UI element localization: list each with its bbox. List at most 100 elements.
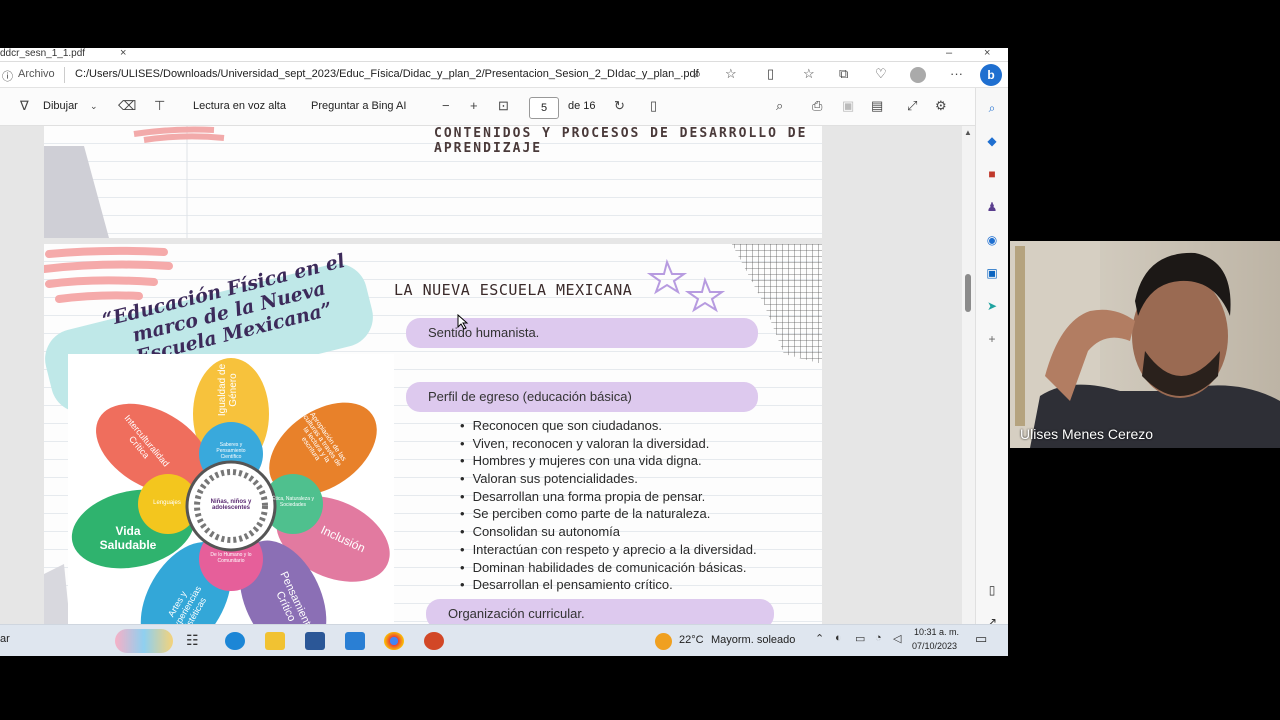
favorites-icon[interactable]: ☆	[803, 66, 815, 82]
split-screen-icon[interactable]: ▯	[767, 66, 774, 82]
favorite-star-icon[interactable]: ☆	[725, 66, 737, 82]
close-window-icon[interactable]: ×	[984, 48, 990, 59]
print-icon[interactable]: ⎙	[812, 98, 822, 114]
windows-taskbar: ar ☷ 22°C Mayorm. soleado ⌃ ◐ ▭ ◔ ◁ 10:3…	[0, 624, 1008, 656]
sidebar-games-icon[interactable]: ♟	[984, 200, 1000, 214]
inner-saberes: Saberes y Pensamiento Científico	[216, 442, 246, 460]
powerpoint-icon[interactable]	[424, 632, 444, 650]
browser-essentials-icon[interactable]: ♡	[875, 66, 887, 82]
webcam-feed: Ulises Menes Cerezo	[1010, 241, 1280, 448]
page-number-input[interactable]: 5	[529, 97, 559, 119]
edge-sidebar: ⌕ ◆ ■ ♟ ◉ ▣ ➤ + ▯ ↗ ⚙	[975, 88, 1008, 656]
scroll-thumb[interactable]	[965, 274, 971, 312]
chrome-icon[interactable]	[384, 632, 404, 650]
search-highlight-icon[interactable]	[115, 629, 173, 653]
list-item: Viven, reconocen y valoran la diversidad…	[460, 435, 757, 453]
sidebar-outlook-icon[interactable]: ▣	[984, 266, 1000, 280]
url-text[interactable]: C:/Users/ULISES/Downloads/Universidad_se…	[75, 68, 699, 80]
search-box[interactable]: ar	[0, 633, 10, 645]
browser-titlebar: ddcr_sesn_1_1.pdf × – ×	[0, 48, 1008, 62]
fit-page-icon[interactable]: ⊡	[498, 98, 509, 114]
read-aloud-button[interactable]: Lectura en voz alta	[193, 100, 286, 112]
vertical-scrollbar[interactable]: ▲ ▼	[962, 126, 975, 656]
mail-icon[interactable]	[345, 632, 365, 650]
list-item: Desarrollan una forma propia de pensar.	[460, 488, 757, 506]
more-menu-icon[interactable]: ···	[950, 66, 963, 81]
list-item: Consolidan su autonomía	[460, 523, 757, 541]
edge-taskbar-icon[interactable]	[225, 632, 245, 650]
current-slide: “Educación Física en el marco de la Nuev…	[38, 244, 822, 656]
pdf-viewport[interactable]: CONTENIDOS Y PROCESOS DE DESARROLLO DE A…	[0, 126, 962, 656]
list-item: Valoran sus potencialidades.	[460, 470, 757, 488]
sidebar-toggle-icon[interactable]: ▯	[984, 583, 1000, 597]
zoom-out-icon[interactable]: −	[442, 98, 450, 113]
zoom-in-icon[interactable]: +	[470, 98, 478, 113]
address-bar[interactable]: ⓘ Archivo C:/Users/ULISES/Downloads/Univ…	[0, 62, 1008, 88]
sidebar-tools-icon[interactable]: ■	[984, 167, 1000, 181]
nem-flower-diagram: Niñas, niños y adolescentes Igualdad de …	[68, 354, 394, 656]
ask-bing-button[interactable]: Preguntar a Bing AI	[311, 100, 406, 112]
sidebar-shopping-icon[interactable]: ◆	[984, 134, 1000, 148]
battery-icon[interactable]: ▭	[855, 632, 865, 645]
petal-igualdad: Igualdad de Género	[217, 363, 239, 417]
search-icon[interactable]: ⌕	[776, 98, 783, 114]
save-as-icon[interactable]: ▤	[871, 98, 883, 114]
participant-video	[1010, 241, 1280, 448]
sidebar-drop-icon[interactable]: ➤	[984, 299, 1000, 313]
weather-sun-icon[interactable]	[655, 633, 672, 650]
previous-slide: CONTENIDOS Y PROCESOS DE DESARROLLO DE A…	[44, 126, 822, 238]
notifications-icon[interactable]: ▭	[975, 631, 987, 647]
previous-slide-heading: CONTENIDOS Y PROCESOS DE DESARROLLO DE A…	[434, 126, 808, 156]
wifi-icon[interactable]: ◔	[875, 632, 882, 644]
volume-icon[interactable]: ◁	[893, 632, 901, 645]
tab-title[interactable]: ddcr_sesn_1_1.pdf	[0, 48, 85, 59]
draw-button[interactable]: Dibujar	[43, 100, 78, 112]
weather-temp[interactable]: 22°C	[679, 634, 704, 646]
rotate-icon[interactable]: ↻	[614, 98, 625, 114]
draw-icon[interactable]: ∇	[20, 98, 29, 114]
screen-share: ddcr_sesn_1_1.pdf × – × ⓘ Archivo C:/Use…	[0, 48, 1008, 656]
profile-avatar-icon[interactable]	[910, 67, 926, 83]
mouse-cursor-icon	[457, 314, 469, 330]
perfil-egreso-list: Reconocen que son ciudadanos. Viven, rec…	[460, 417, 757, 594]
inner-lenguajes: Lenguajes	[153, 500, 181, 506]
sidebar-office-icon[interactable]: ◉	[984, 233, 1000, 247]
page-total: de 16	[568, 100, 596, 112]
sidebar-search-icon[interactable]: ⌕	[984, 101, 1000, 115]
pill-perfil-egreso: Perfil de egreso (educación básica)	[406, 382, 758, 412]
clock-time[interactable]: 10:31 a. m.	[914, 627, 959, 637]
zoom-icon[interactable]: ⌕	[694, 66, 701, 82]
file-scheme-label: Archivo	[18, 68, 55, 80]
pdf-toolbar: ∇ Dibujar ⌄ ⌫ ⊤ Lectura en voz alta Preg…	[0, 88, 975, 126]
inner-etica: Ética, Naturaleza y Sociedades	[272, 496, 314, 508]
close-tab-icon[interactable]: ×	[120, 48, 126, 59]
page-view-icon[interactable]: ▯	[650, 98, 657, 114]
bing-chat-icon[interactable]: b	[980, 64, 1002, 86]
file-explorer-icon[interactable]	[265, 632, 285, 650]
list-item: Hombres y mujeres con una vida digna.	[460, 452, 757, 470]
collections-icon[interactable]: ⧉	[839, 66, 848, 82]
expand-icon[interactable]: ⤢	[907, 98, 917, 114]
minimize-icon[interactable]: –	[946, 48, 952, 59]
sidebar-add-icon[interactable]: +	[984, 332, 1000, 346]
store-icon[interactable]	[305, 632, 325, 650]
list-item: Interactúan con respeto y aprecio a la d…	[460, 541, 757, 559]
list-item: Reconocen que son ciudadanos.	[460, 417, 757, 435]
weather-desc[interactable]: Mayorm. soleado	[711, 634, 795, 646]
chevron-down-icon[interactable]: ⌄	[90, 101, 98, 112]
settings-gear-icon[interactable]: ⚙	[935, 98, 947, 114]
clock-date[interactable]: 07/10/2023	[912, 641, 957, 651]
text-icon[interactable]: ⊤	[154, 98, 165, 114]
info-icon[interactable]: ⓘ	[2, 68, 13, 84]
tray-chevron-icon[interactable]: ⌃	[815, 632, 824, 645]
save-icon[interactable]: ▣	[842, 98, 854, 114]
flower-center-text: Niñas, niños y adolescentes	[210, 499, 252, 511]
meet-now-icon[interactable]: ◐	[835, 632, 842, 644]
eraser-icon[interactable]: ⌫	[118, 98, 136, 114]
list-item: Dominan habilidades de comunicación bási…	[460, 559, 757, 577]
task-view-icon[interactable]: ☷	[186, 632, 206, 650]
petal-vida: Vida Saludable	[99, 524, 157, 552]
divider	[64, 67, 65, 83]
list-item: Desarrollan el pensamiento crítico.	[460, 576, 757, 594]
scroll-up-icon[interactable]: ▲	[964, 128, 972, 137]
